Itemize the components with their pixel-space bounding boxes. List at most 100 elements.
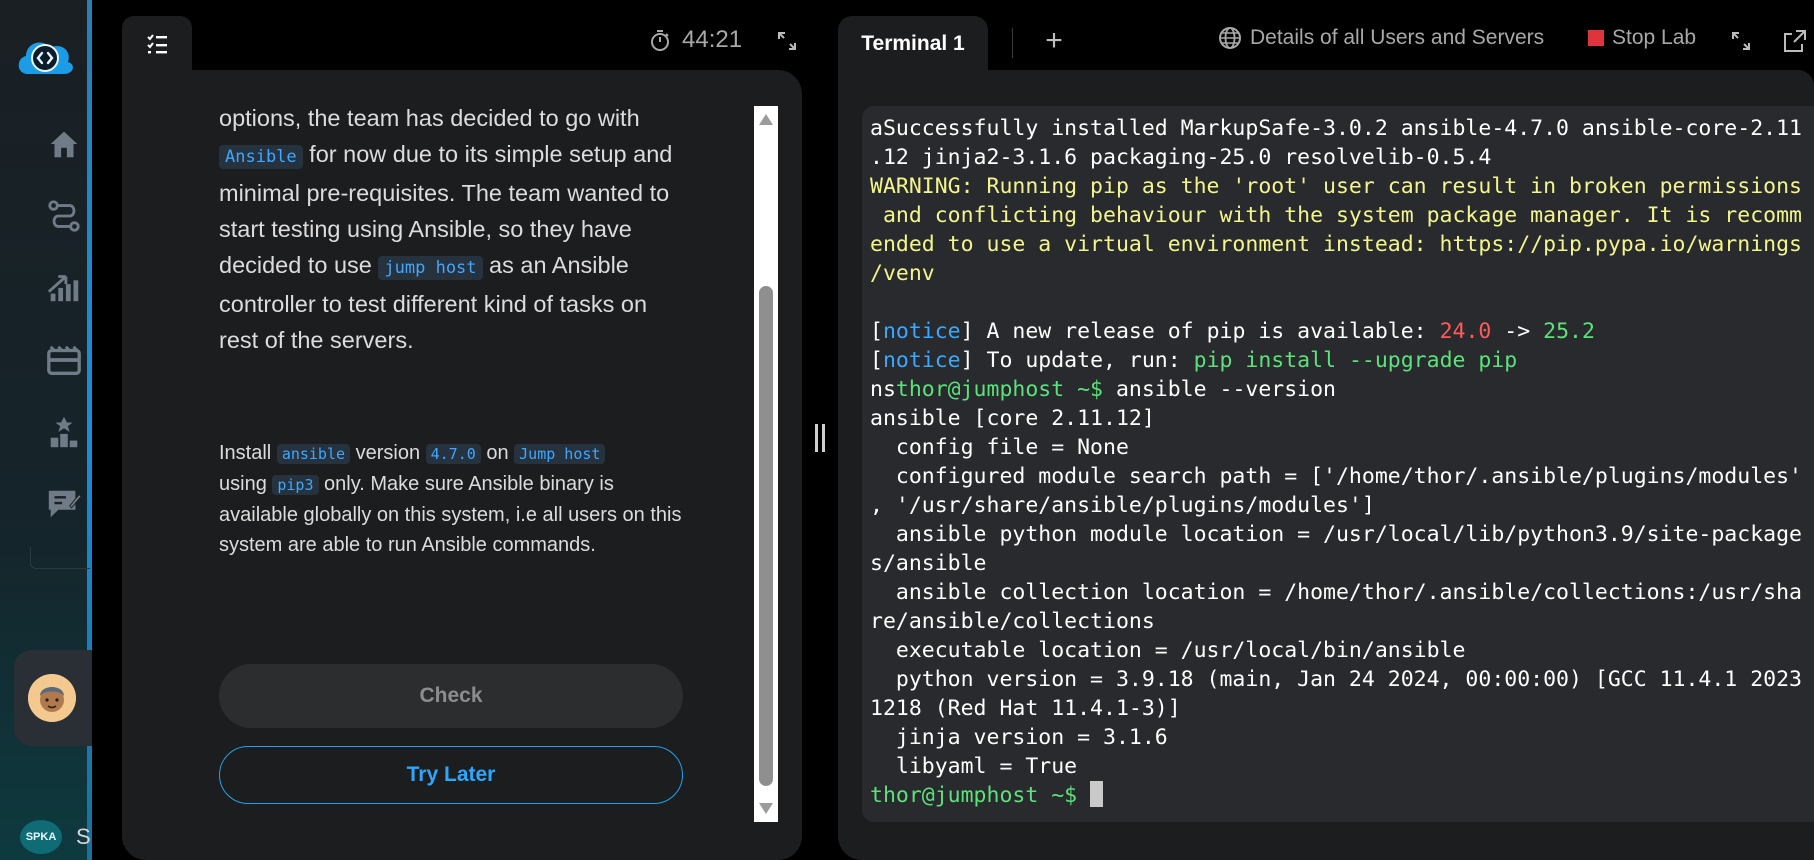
labs-icon[interactable] (44, 340, 84, 380)
text: Install (219, 442, 277, 464)
terminal-line: configured module search path = ['/home/… (870, 462, 1814, 491)
terminal-line: 1218 (Red Hat 11.4.1-3)] (870, 694, 1814, 723)
leaderboard-icon[interactable] (44, 412, 84, 452)
text: using (219, 473, 273, 495)
terminal-text: ansible collection location = /home/thor… (870, 580, 1802, 605)
globe-icon (1219, 27, 1241, 49)
terminal-screen[interactable]: aSuccessfully installed MarkupSafe-3.0.2… (862, 106, 1814, 822)
stop-icon (1588, 30, 1604, 46)
terminal-line: [notice] To update, run: pip install --u… (870, 346, 1814, 375)
open-new-window-icon[interactable] (1782, 28, 1808, 54)
terminal-text: [ (870, 348, 883, 373)
terminal-text: ] To update, run: (960, 348, 1194, 373)
terminal-text: /venv (870, 261, 935, 286)
terminal-text: notice (882, 319, 961, 344)
sidebar-divider (30, 547, 90, 569)
terminal-text: ansible python module location = /usr/lo… (870, 522, 1802, 547)
terminal-text: [ (870, 319, 883, 344)
profile-card[interactable] (14, 650, 92, 746)
expand-icon[interactable] (1730, 30, 1752, 52)
text: options, the team has decided to go with (219, 105, 640, 131)
terminal-line: jinja version = 3.1.6 (870, 723, 1814, 752)
check-button[interactable]: Check (219, 664, 683, 728)
terminal-line: .12 jinja2-3.1.6 packaging-25.0 resolvel… (870, 143, 1814, 172)
terminal-line: ended to use a virtual environment inste… (870, 230, 1814, 259)
terminal-line: WARNING: Running pip as the 'root' user … (870, 172, 1814, 201)
scroll-thumb[interactable] (759, 286, 773, 786)
code-version: 4.7.0 (425, 444, 481, 464)
terminal-text: -> (1491, 319, 1544, 344)
code-jump-host: Jump host (514, 444, 606, 464)
terminal-text: executable location = /usr/local/bin/ans… (870, 638, 1466, 663)
terminal-text: WARNING: Running pip as the 'root' user … (870, 174, 1802, 199)
user-initials-badge[interactable]: SPKA (20, 820, 62, 854)
app-sidebar: SPKA S (0, 0, 92, 860)
scroll-up-icon[interactable] (759, 114, 773, 125)
stopwatch-icon (651, 30, 669, 51)
terminal-text: and conflicting behaviour with the syste… (870, 203, 1802, 228)
terminal-line: [notice] A new release of pip is availab… (870, 317, 1814, 346)
terminal-text: jinja version = 3.1.6 (870, 725, 1168, 750)
checklist-icon (147, 34, 167, 54)
terminal-text: 24.0 (1439, 319, 1492, 344)
terminal-text: aSuccessfully installed MarkupSafe-3.0.2… (870, 116, 1802, 141)
terminal-text: ended to use a virtual environment inste… (870, 232, 1802, 257)
scroll-down-icon[interactable] (759, 803, 773, 814)
task-instruction: Install ansible version 4.7.0 on Jump ho… (219, 438, 689, 560)
terminal-line: aSuccessfully installed MarkupSafe-3.0.2… (870, 114, 1814, 143)
terminal-text: re/ansible/collections (870, 609, 1155, 634)
terminal-cursor (1090, 781, 1104, 807)
instructions-scrollbar[interactable] (754, 106, 778, 822)
stop-lab-label: Stop Lab (1612, 26, 1697, 49)
terminal-line: , '/usr/share/ansible/plugins/modules'] (870, 491, 1814, 520)
avatar[interactable] (28, 674, 76, 722)
task-description: options, the team has decided to go with… (219, 100, 689, 358)
panel-resize-handle[interactable] (812, 424, 828, 452)
terminal-line: /venv (870, 259, 1814, 288)
user-name: S (76, 824, 91, 849)
home-icon[interactable] (44, 124, 84, 164)
terminal-text: ansible [core 2.11.12] (870, 406, 1155, 431)
terminal-line: nsthor@jumphost ~$ ansible --version (870, 375, 1814, 404)
lab-timer: 44:21 (648, 26, 742, 54)
code-jump-host: jump host (378, 256, 483, 280)
terminal-line: s/ansible (870, 549, 1814, 578)
terminal-text: ns (870, 377, 896, 402)
progress-icon[interactable] (44, 266, 84, 306)
terminal-line: python version = 3.9.18 (main, Jan 24 20… (870, 665, 1814, 694)
terminal-line: re/ansible/collections (870, 607, 1814, 636)
expand-icon[interactable] (776, 30, 798, 52)
terminal-text: ] A new release of pip is available: (960, 319, 1440, 344)
details-link[interactable]: Details of all Users and Servers (1218, 26, 1544, 50)
terminal-line: libyaml = True (870, 752, 1814, 781)
terminal-text: configured module search path = ['/home/… (870, 464, 1802, 489)
terminal-text: .12 jinja2-3.1.6 packaging-25.0 resolvel… (870, 145, 1492, 170)
timer-value: 44:21 (682, 26, 743, 53)
add-terminal-button[interactable]: + (1040, 26, 1068, 58)
code-pip3: pip3 (272, 475, 319, 495)
terminal-text: thor@jumphost ~$ (895, 377, 1103, 402)
code-ansible-pkg: ansible (276, 444, 351, 464)
stop-lab-button[interactable]: Stop Lab (1588, 26, 1696, 50)
route-icon[interactable] (44, 196, 84, 236)
terminal-line: ansible collection location = /home/thor… (870, 578, 1814, 607)
terminal-text: pip install --upgrade pip (1193, 348, 1518, 373)
feedback-icon[interactable] (44, 484, 84, 524)
terminal-text: 1218 (Red Hat 11.4.1-3)] (870, 696, 1181, 721)
terminal-text: , '/usr/share/ansible/plugins/modules'] (870, 493, 1375, 518)
logo-icon[interactable] (14, 34, 76, 78)
tab-task-list[interactable] (122, 16, 192, 72)
tab-terminal-1[interactable]: Terminal 1 (838, 16, 988, 72)
terminal-line: executable location = /usr/local/bin/ans… (870, 636, 1814, 665)
terminal-line: ansible python module location = /usr/lo… (870, 520, 1814, 549)
try-later-button[interactable]: Try Later (219, 746, 683, 804)
terminal-text: 25.2 (1543, 319, 1595, 344)
terminal-line: thor@jumphost ~$ (870, 781, 1814, 810)
terminal-text: thor@jumphost ~$ (870, 783, 1078, 808)
terminal-text: s/ansible (870, 551, 987, 576)
terminal-text: ansible --version (1103, 377, 1336, 402)
terminal-line (870, 288, 1814, 317)
text: version (350, 442, 426, 464)
